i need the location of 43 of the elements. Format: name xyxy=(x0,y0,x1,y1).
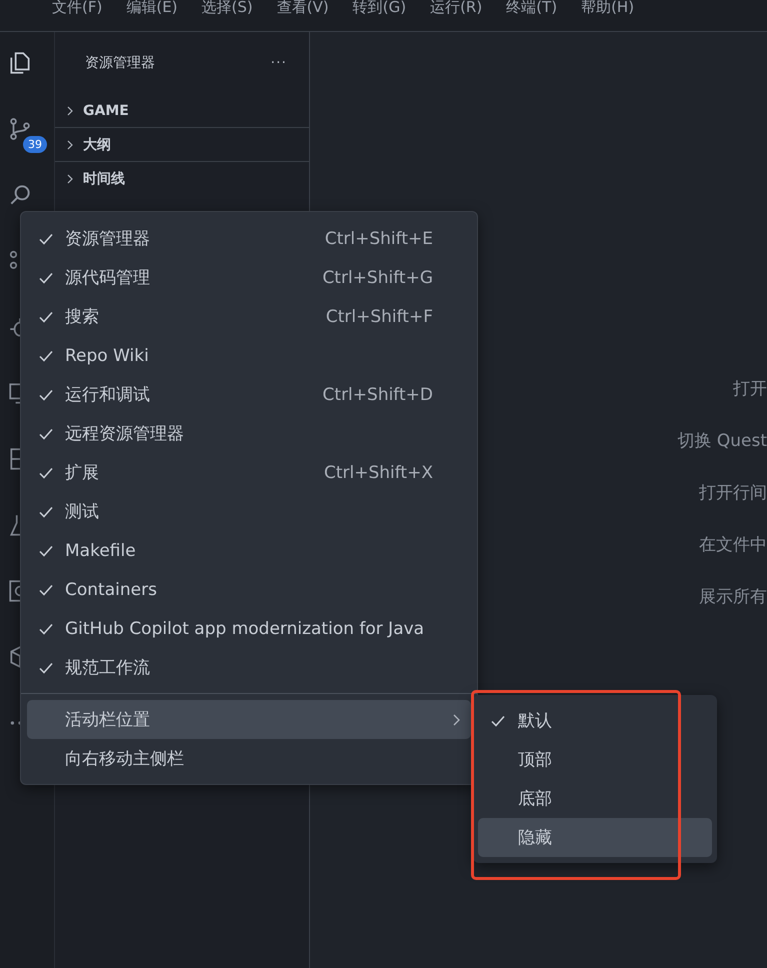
menu-bar-item[interactable]: 转到(G) xyxy=(352,0,406,16)
menu-item[interactable]: 底部 xyxy=(478,779,712,818)
sidebar-title: 资源管理器 xyxy=(85,54,155,72)
shortcut-hint: 在文件中 xyxy=(699,534,767,556)
menu-item[interactable]: 隐藏 xyxy=(478,818,712,857)
menu-item[interactable]: 资源管理器 Ctrl+Shift+E xyxy=(27,219,471,258)
chevron-icon xyxy=(451,712,461,726)
menu-bar-item[interactable]: 终端(T) xyxy=(506,0,558,16)
shortcut-label: Ctrl+Shift+F xyxy=(326,306,433,326)
shortcut-hint: 切换 Quest xyxy=(677,430,767,452)
menu-item[interactable]: 运行和调试 Ctrl+Shift+D xyxy=(27,375,471,414)
menu-item[interactable]: 扩展 Ctrl+Shift+X xyxy=(27,453,471,492)
menu-item[interactable]: 远程资源管理器 xyxy=(27,414,471,453)
sidebar-section[interactable]: 时间线 xyxy=(55,162,309,195)
shortcut-label: Ctrl+Shift+G xyxy=(322,268,433,288)
menu-item[interactable]: Containers xyxy=(27,570,471,609)
menu-item[interactable]: Repo Wiki xyxy=(27,336,471,375)
menu-bar-item[interactable]: 帮助(H) xyxy=(581,0,634,16)
menu-item[interactable]: 测试 xyxy=(27,492,471,531)
sidebar-section[interactable]: 大纲 xyxy=(55,128,309,162)
menu-item[interactable]: 顶部 xyxy=(478,740,712,779)
chevron-icon xyxy=(65,106,75,116)
menu-item[interactable]: GitHub Copilot app modernization for Java xyxy=(27,609,471,648)
shortcut-hint: 展示所有 xyxy=(699,586,767,608)
shortcut-hint: 打开行间 xyxy=(699,482,767,504)
shortcut-label: Ctrl+Shift+D xyxy=(322,384,433,404)
shortcut-hint: 打开 xyxy=(733,378,767,400)
more-button[interactable]: ··· xyxy=(270,55,287,71)
shortcut-label: Ctrl+Shift+E xyxy=(324,228,433,248)
menu-item[interactable]: 规范工作流 xyxy=(27,648,471,687)
menu-item[interactable]: Makefile xyxy=(27,531,471,570)
menu-item[interactable]: 默认 xyxy=(478,701,712,740)
shortcut-label: Ctrl+Shift+X xyxy=(324,462,433,482)
menu-bar-item[interactable]: 选择(S) xyxy=(202,0,253,16)
chevron-icon xyxy=(65,174,75,184)
menu-item[interactable]: 向右移动主侧栏 xyxy=(27,739,471,778)
menu-item[interactable]: 活动栏位置 xyxy=(27,700,471,739)
sidebar-section[interactable]: GAME xyxy=(55,94,309,128)
chevron-icon xyxy=(65,140,75,150)
menu-bar-item[interactable]: 运行(R) xyxy=(430,0,482,16)
menu-item[interactable]: 搜索 Ctrl+Shift+F xyxy=(27,297,471,336)
menu-item[interactable]: 源代码管理 Ctrl+Shift+G xyxy=(27,258,471,297)
badge: 39 xyxy=(23,136,47,153)
